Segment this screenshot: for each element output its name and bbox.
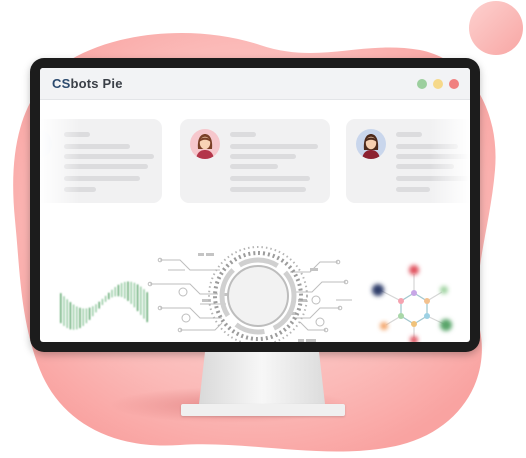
ring-gauge-icon [208, 246, 308, 342]
wave-bar [79, 307, 81, 329]
monitor-stand-base [181, 404, 345, 416]
wave-bar [130, 281, 132, 304]
app-title-brand: CS [52, 76, 71, 91]
wave-bar [120, 283, 123, 297]
molecule-network-icon [372, 265, 452, 342]
card-line [230, 132, 256, 137]
wave-bar [98, 301, 100, 309]
card-line [230, 164, 278, 169]
maximize-dot-icon[interactable] [417, 79, 427, 89]
wave-bar [140, 286, 142, 315]
app-title: CSbots Pie [52, 76, 123, 91]
wave-bar [76, 306, 78, 330]
wave-bar [92, 306, 94, 317]
wave-bar [95, 304, 97, 313]
card-line [230, 176, 310, 181]
visualization-panel [60, 246, 452, 342]
wave-bar [88, 307, 91, 320]
title-bar: CSbots Pie [40, 68, 470, 100]
fade-overlay-left [40, 108, 80, 218]
wave-bar [69, 302, 72, 330]
monitor: CSbots Pie [30, 58, 480, 352]
minimize-dot-icon[interactable] [433, 79, 443, 89]
wave-bar [124, 281, 126, 299]
wave-bar [127, 281, 129, 301]
app-window: CSbots Pie [40, 68, 470, 342]
wave-bar [136, 284, 139, 312]
wave-bar [133, 282, 136, 308]
wave-bar [82, 308, 84, 326]
wave-bars-icon [60, 281, 148, 330]
card-line [230, 154, 296, 159]
card-line [396, 132, 422, 137]
close-dot-icon[interactable] [449, 79, 459, 89]
wave-bar [143, 289, 145, 319]
wave-bar [146, 292, 148, 323]
profile-card-2[interactable] [180, 119, 330, 203]
wave-bar [85, 308, 88, 324]
wave-bar [101, 298, 104, 305]
decor-circle [469, 1, 523, 55]
wave-bar [108, 292, 110, 300]
wave-bar [60, 293, 62, 324]
card-line [230, 144, 318, 149]
wave-bar [63, 296, 65, 326]
wave-bar [104, 295, 107, 302]
card-line [396, 187, 430, 192]
monitor-stand [199, 352, 325, 404]
woman-avatar-icon [356, 129, 386, 159]
app-title-rest: bots Pie [70, 76, 123, 91]
fade-overlay-right [430, 108, 470, 218]
wave-bar [114, 287, 116, 297]
wave-bar [72, 304, 75, 330]
woman-avatar-icon [190, 129, 220, 159]
wave-bar [111, 289, 113, 298]
wave-bar [66, 299, 68, 329]
card-line [230, 187, 306, 192]
wave-bar [117, 284, 120, 297]
